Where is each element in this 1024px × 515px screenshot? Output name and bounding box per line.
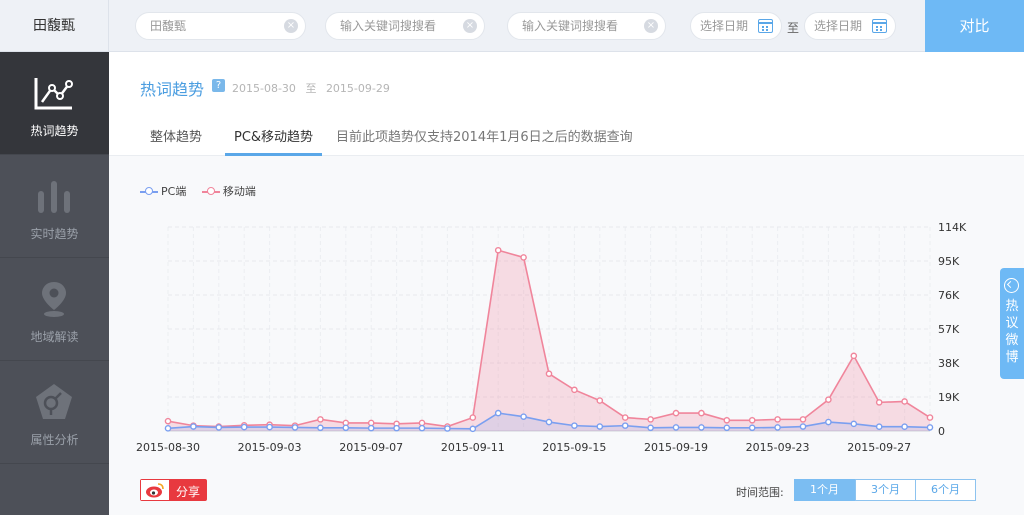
map-pin-icon xyxy=(42,282,66,317)
date-range: 2015-08-30 至 2015-09-29 xyxy=(232,80,390,96)
tab-pc-mobile-trend[interactable]: PC&移动趋势 xyxy=(234,126,313,145)
share-button[interactable]: 分享 xyxy=(140,479,207,501)
sidebar-item-hot-trend[interactable]: 热词趋势 xyxy=(0,52,109,155)
trend-tabs: 整体趋势 PC&移动趋势 目前此项趋势仅支持2014年1月6日之后的数据查询 xyxy=(109,114,1024,156)
date-range-end: 2015-09-29 xyxy=(325,82,390,95)
compare-button[interactable]: 对比 xyxy=(925,0,1024,52)
keyword-input-3[interactable]: 输入关键词搜搜看 × xyxy=(507,12,666,40)
chart-legend: PC端 移动端 xyxy=(140,183,268,199)
keyword-input-3-placeholder: 输入关键词搜搜看 xyxy=(522,19,619,33)
date-separator: 至 xyxy=(787,21,800,35)
brand-keyword: 田馥甄 xyxy=(0,0,109,52)
range-1-month-button[interactable]: 1个月 xyxy=(794,479,855,501)
legend-marker-pc xyxy=(140,186,158,196)
keyword-input-2-placeholder: 输入关键词搜搜看 xyxy=(340,19,437,33)
main-panel: 热词趋势 ? 2015-08-30 至 2015-09-29 整体趋势 PC&移… xyxy=(109,52,1024,515)
legend-label-mobile: 移动端 xyxy=(222,185,256,198)
clear-icon[interactable]: × xyxy=(644,19,658,33)
date-range-separator: 至 xyxy=(305,82,317,95)
hot-weibo-label: 热议微博 xyxy=(1005,299,1019,365)
sidebar-item-realtime-trend[interactable]: 实时趋势 xyxy=(0,155,109,258)
range-3-month-button[interactable]: 3个月 xyxy=(855,479,916,501)
keyword-input-1-value: 田馥甄 xyxy=(150,19,187,33)
keyword-input-1[interactable]: 田馥甄 × xyxy=(135,12,306,40)
keyword-input-2[interactable]: 输入关键词搜搜看 × xyxy=(325,12,485,40)
tab-note: 目前此项趋势仅支持2014年1月6日之后的数据查询 xyxy=(336,130,633,145)
page-title: 热词趋势 xyxy=(140,80,205,99)
hot-weibo-side-tab[interactable]: 热议微博 xyxy=(1000,268,1024,379)
trend-line-icon xyxy=(34,78,73,110)
legend-marker-mobile xyxy=(201,186,220,196)
calendar-icon xyxy=(758,19,773,33)
end-date-placeholder: 选择日期 xyxy=(814,19,863,33)
help-icon[interactable]: ? xyxy=(212,79,225,92)
sidebar-item-attribute[interactable]: 属性分析 xyxy=(0,361,109,464)
tab-overall-trend[interactable]: 整体趋势 xyxy=(150,126,202,145)
end-date-picker[interactable]: 选择日期 xyxy=(804,12,896,40)
legend-label-pc: PC端 xyxy=(161,185,187,198)
weibo-icon xyxy=(141,480,169,500)
legend-item-pc[interactable]: PC端 xyxy=(140,183,186,199)
sidebar-item-label: 属性分析 xyxy=(30,433,79,447)
sidebar-item-region[interactable]: 地域解读 xyxy=(0,258,109,361)
top-search-bar: 田馥甄 田馥甄 × 输入关键词搜搜看 × 输入关键词搜搜看 × 选择日期 至 选… xyxy=(0,0,1024,52)
arrow-left-icon xyxy=(1004,278,1019,293)
sidebar-item-label: 地域解读 xyxy=(30,330,79,344)
share-label: 分享 xyxy=(176,485,201,499)
range-6-month-button[interactable]: 6个月 xyxy=(915,479,976,501)
sidebar-item-label: 实时趋势 xyxy=(30,227,79,241)
start-date-picker[interactable]: 选择日期 xyxy=(690,12,782,40)
sidebar: 热词趋势 实时趋势 地域解读 属性分析 xyxy=(0,52,109,515)
clear-icon[interactable]: × xyxy=(463,19,477,33)
date-range-start: 2015-08-30 xyxy=(232,82,296,95)
legend-item-mobile[interactable]: 移动端 xyxy=(201,183,256,199)
bar-chart-icon xyxy=(38,181,70,213)
sidebar-item-label: 热词趋势 xyxy=(30,124,79,138)
start-date-placeholder: 选择日期 xyxy=(700,19,749,33)
gender-icon xyxy=(36,384,72,419)
time-range-label: 时间范围: xyxy=(736,486,784,499)
clear-icon[interactable]: × xyxy=(284,19,298,33)
calendar-icon xyxy=(872,19,887,33)
chart-area xyxy=(109,156,1024,515)
